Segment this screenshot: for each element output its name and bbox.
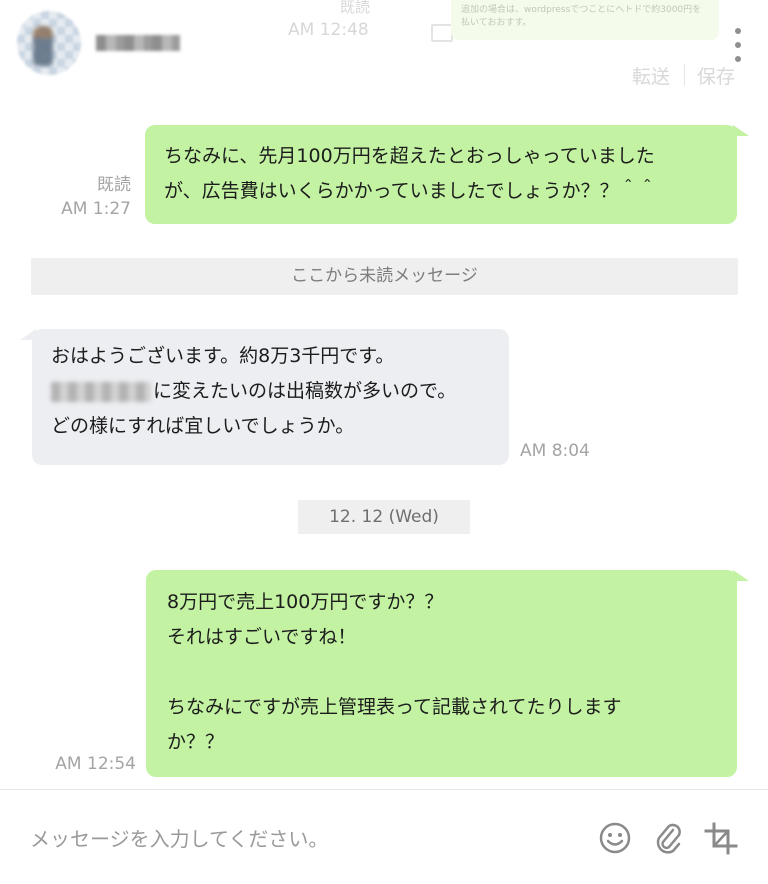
message-text-line: に変えたいのは出稿数が多いので。 (51, 374, 499, 409)
avatar-photo (33, 26, 53, 66)
unread-divider: ここから未読メッセージ (31, 258, 738, 295)
message-time: AM 1:27 (61, 199, 131, 219)
message-text-line: ちなみに、先月100万円を超えたとおっしゃっていました (164, 145, 655, 167)
message-text-line: おはようございます。約8万3千円です。 (51, 345, 395, 367)
chat-header: 既読 AM 12:48 追加の場合は、wordpressでつことにへトドで約30… (0, 0, 768, 105)
bubble-tail (20, 329, 36, 340)
smiley-icon[interactable] (598, 820, 632, 856)
message-text-line: どの様にすれば宜しいでしょうか。 (51, 415, 355, 437)
save-button[interactable]: 保存 (697, 62, 735, 89)
outgoing-message-bubble[interactable]: 8万円で売上100万円ですか？？ それはすごいですね！ ちなみにですが売上管理表… (146, 570, 737, 777)
incoming-message-bubble[interactable]: おはようございます。約8万3千円です。 に変えたいのは出稿数が多いので。 どの様… (32, 329, 509, 465)
redacted-text (51, 381, 151, 402)
bubble-tail (733, 570, 749, 581)
faded-message-preview: 追加の場合は、wordpressでつことにへトドで約3000円を払いておおすす。 (451, 0, 719, 40)
message-input[interactable] (28, 818, 552, 860)
forward-button[interactable]: 転送 (632, 62, 670, 89)
message-text-fragment: に変えたいのは出稿数が多いので。 (153, 380, 457, 402)
composer-divider (0, 789, 768, 790)
bubble-tail (733, 125, 749, 136)
message-text-line: それはすごいですね！ (167, 626, 357, 648)
contact-name-redacted (96, 35, 180, 51)
message-text-line: か？？ (167, 731, 225, 753)
message-text-line: が、広告費はいくらかかっていましたでしょうか？？＾＾ (164, 180, 657, 202)
message-text-line: ちなみにですが売上管理表って記載されてたりします (167, 696, 622, 718)
message-time: AM 12:54 (55, 754, 136, 774)
paperclip-icon[interactable] (651, 820, 685, 856)
date-separator: 12. 12 (Wed) (298, 500, 470, 534)
outgoing-message-bubble[interactable]: ちなみに、先月100万円を超えたとおっしゃっていました が、広告費はいくらかかっ… (145, 125, 737, 224)
crop-icon[interactable] (704, 820, 738, 856)
faded-timestamp: AM 12:48 (288, 20, 369, 40)
read-status: 既読 (97, 175, 131, 195)
image-icon (431, 24, 453, 42)
message-text-line: 8万円で売上100万円ですか？？ (167, 591, 444, 613)
faded-read-status: 既読 (340, 0, 371, 16)
message-time: AM 8:04 (520, 441, 590, 461)
action-divider (684, 64, 685, 86)
chat-window: 既読 AM 12:48 追加の場合は、wordpressでつことにへトドで約30… (0, 0, 768, 884)
kebab-vertical-icon[interactable] (731, 28, 745, 62)
